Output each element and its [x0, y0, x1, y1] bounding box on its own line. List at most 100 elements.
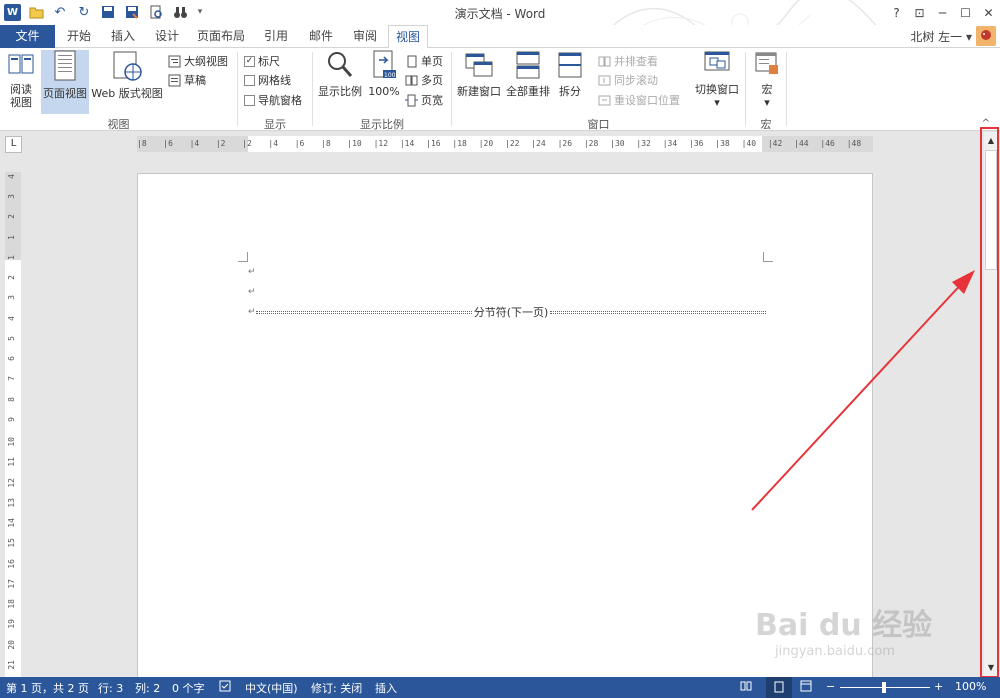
ruler-tick: 9 — [7, 416, 16, 422]
gridlines-checkbox[interactable]: 网格线 — [244, 71, 291, 89]
zoom-out-button[interactable]: − — [826, 680, 835, 693]
ribbon-display-button[interactable]: ⊡ — [908, 0, 931, 25]
tab-selector[interactable]: L — [5, 136, 22, 153]
web-layout-button[interactable]: Web 版式视图 — [91, 50, 163, 112]
tab-page-layout[interactable]: 页面布局 — [189, 25, 253, 48]
scroll-down-button[interactable]: ▼ — [984, 661, 998, 675]
tab-references[interactable]: 引用 — [253, 25, 299, 48]
ruler-tick: |20 — [478, 139, 494, 148]
tab-mailings[interactable]: 邮件 — [299, 25, 343, 48]
book-icon — [8, 54, 34, 74]
track-changes[interactable]: 修订: 关闭 — [311, 680, 362, 696]
macros-button[interactable]: 宏 ▾ — [750, 50, 784, 112]
window-group-label: 窗口 — [587, 118, 610, 131]
close-button[interactable]: ✕ — [977, 0, 1000, 25]
reset-window-position-button[interactable]: 重设窗口位置 — [598, 91, 680, 109]
scroll-thumb[interactable] — [985, 150, 997, 270]
avatar[interactable] — [976, 26, 996, 46]
help-button[interactable]: ? — [885, 0, 908, 25]
chevron-down-icon: ▾ — [714, 96, 720, 109]
new-window-label: 新建窗口 — [457, 85, 501, 98]
web-layout-icon[interactable] — [800, 680, 812, 695]
ruler-tick: |28 — [583, 139, 599, 148]
sync-scroll-button[interactable]: 同步滚动 — [598, 71, 658, 89]
minimize-button[interactable]: ─ — [931, 0, 954, 25]
switch-windows-button[interactable]: 切换窗口 ▾ — [692, 50, 742, 112]
collapse-ribbon-icon[interactable]: ^ — [982, 118, 990, 129]
section-break[interactable]: 分节符(下一页) — [256, 305, 766, 319]
proofing-icon[interactable] — [219, 680, 231, 695]
read-mode-icon[interactable] — [740, 680, 752, 695]
nav-pane-checkbox[interactable]: 导航窗格 — [244, 91, 302, 109]
tab-file[interactable]: 文件 — [0, 25, 55, 48]
group-separator — [237, 52, 238, 126]
word-count[interactable]: 0 个字 — [172, 680, 205, 696]
multiple-pages-button[interactable]: 多页 — [405, 71, 443, 89]
ruler-tick: |42 — [767, 139, 783, 148]
ruler-tick: 4 — [7, 174, 16, 179]
ruler-checkbox[interactable]: ✓ 标尺 — [244, 52, 280, 70]
title-bar: W ↶ ↻ ▾ 演示文档 - Word ? ⊡ ─ ☐ ✕ — [0, 0, 1000, 49]
outline-button[interactable]: 大纲视图 — [168, 52, 228, 70]
tab-home[interactable]: 开始 — [57, 25, 101, 48]
arrange-all-label: 全部重排 — [506, 85, 550, 98]
zoom-in-button[interactable]: + — [934, 680, 943, 693]
restore-button[interactable]: ☐ — [954, 0, 977, 25]
user-account[interactable]: 北树 左一 ▾ — [910, 28, 972, 45]
nav-pane-label: 导航窗格 — [258, 94, 302, 107]
tab-design[interactable]: 设计 — [145, 25, 189, 48]
draft-button[interactable]: 草稿 — [168, 71, 206, 89]
scroll-up-button[interactable]: ▲ — [984, 134, 998, 148]
draft-icon — [168, 74, 181, 86]
side-by-side-label: 并排查看 — [614, 55, 658, 68]
split-button[interactable]: 拆分 — [554, 50, 586, 112]
language[interactable]: 中文(中国) — [245, 680, 298, 696]
one-page-button[interactable]: 单页 — [405, 52, 443, 70]
zoom-level[interactable]: 100% — [955, 680, 986, 693]
ruler-tick: 4 — [7, 315, 16, 321]
ruler-tick: 15 — [7, 538, 16, 548]
print-layout-button[interactable]: 页面视图 — [41, 50, 89, 114]
horizontal-ruler[interactable]: |8 |6 |4 |2 |2 |4 |6 |8 |10 |12 |14 |16 |18 |20 |22 |24… — [137, 136, 873, 152]
ribbon-tabs: 文件 开始 插入 设计 页面布局 引用 邮件 审阅 视图 北树 左一 ▾ — [0, 25, 1000, 49]
ruler-tick: |34 — [662, 139, 678, 148]
zoom-100-label: 100% — [368, 85, 400, 98]
margin-corner-mark — [238, 252, 248, 262]
zoom-group-label: 显示比例 — [360, 118, 404, 131]
ruler-tick: 19 — [7, 619, 16, 629]
ruler-tick: 18 — [7, 599, 16, 609]
svg-text:100: 100 — [384, 72, 396, 79]
show-group-label: 显示 — [264, 118, 286, 131]
tab-view[interactable]: 视图 — [388, 25, 428, 49]
ruler-tick: |14 — [399, 139, 415, 148]
input-mode[interactable]: 插入 — [375, 680, 397, 696]
ruler-tick: |44 — [794, 139, 809, 148]
print-layout-icon[interactable] — [766, 677, 792, 698]
print-layout-label: 页面视图 — [43, 87, 87, 100]
page-width-button[interactable]: 页宽 — [405, 91, 443, 109]
sync-scroll-label: 同步滚动 — [614, 74, 658, 87]
vertical-ruler[interactable]: 4 3 2 1 1 2 3 4 5 6 7 8 9 10 11 12 13 14 15 16 17 18 19 20 21 — [5, 172, 21, 678]
read-mode-button[interactable]: 阅读 视图 — [3, 50, 39, 112]
zoom-slider-thumb[interactable] — [882, 682, 886, 693]
zoom-100-button[interactable]: 100 100% — [367, 50, 401, 112]
ruler-check-mark: ✓ — [244, 55, 255, 67]
dotted-line — [256, 310, 472, 314]
side-by-side-button[interactable]: 并排查看 — [598, 52, 658, 70]
tab-review[interactable]: 审阅 — [343, 25, 387, 48]
zoom-button[interactable]: 显示比例 — [316, 50, 364, 112]
group-separator — [786, 52, 787, 126]
tab-insert[interactable]: 插入 — [101, 25, 145, 48]
ruler-tick: |26 — [557, 139, 573, 148]
window-title: 演示文档 - Word — [454, 7, 546, 21]
ruler-tick: 2 — [7, 214, 16, 220]
new-window-button[interactable]: 新建窗口 — [455, 50, 503, 112]
page-count[interactable]: 第 1 页，共 2 页 — [6, 680, 89, 696]
ruler-tick: 10 — [7, 437, 16, 447]
ruler-tick: |10 — [347, 139, 362, 148]
ruler-tick: |2 — [215, 139, 226, 148]
sync-scroll-icon — [598, 75, 611, 85]
ruler-tick: 3 — [7, 295, 16, 301]
arrange-all-button[interactable]: 全部重排 — [504, 50, 552, 112]
one-page-icon — [407, 55, 417, 67]
